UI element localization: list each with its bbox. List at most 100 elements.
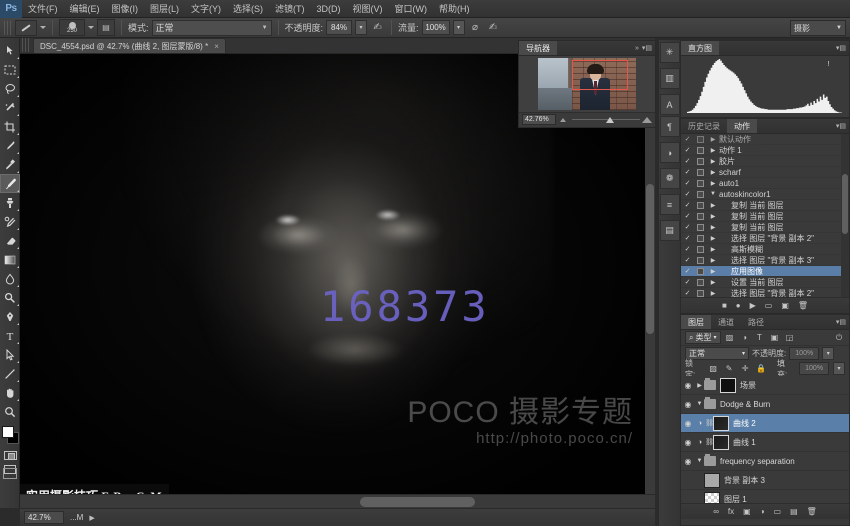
action-dialog-toggle[interactable] [694,180,707,187]
navigator-zoom-slider[interactable] [560,114,652,125]
add-mask-icon[interactable]: ▣ [743,507,751,516]
action-row[interactable]: ✓▶默认动作 [681,134,849,145]
options-bar-grip[interactable] [4,21,12,35]
layer-mask-thumbnail[interactable] [720,378,736,393]
lock-all-icon[interactable]: 🔒 [755,362,767,375]
eye-icon[interactable]: ◉ [681,381,695,390]
action-row[interactable]: ✓▶复制 当前 图层 [681,200,849,211]
brush-panel-icon[interactable]: ≡ [660,194,680,215]
action-toggle-icon[interactable]: ✓ [681,245,694,253]
screen-mode-toggle[interactable] [0,462,20,476]
lasso-tool[interactable] [0,79,20,98]
layer-fill-input[interactable]: 100% [799,362,829,375]
new-layer-icon[interactable]: ▤ [790,507,798,516]
styles-panel-icon[interactable]: ▥ [660,68,680,89]
layer-list[interactable]: ◉▶场景◉▼Dodge & Burn◉◑⛓曲线 2◉◑⛓曲线 1◉▼freque… [681,376,849,503]
zoom-slider-handle[interactable] [606,117,614,123]
action-toggle-icon[interactable]: ✓ [681,179,694,187]
action-dialog-toggle[interactable] [694,268,707,275]
filter-power-toggle-icon[interactable]: ⏻ [833,331,845,344]
magic-wand-tool[interactable] [0,98,20,117]
chevron-icon[interactable]: ▶ [707,158,719,165]
properties-panel-icon[interactable]: ▤ [660,220,680,241]
layers-panel-controls[interactable]: ▾▤ [836,315,849,329]
layer-row[interactable]: ◉▶场景 [681,376,849,395]
menu-view[interactable]: 视图(V) [347,0,389,18]
histogram-panel-controls[interactable]: ▾▤ [836,41,849,55]
zoom-out-icon[interactable] [560,118,566,122]
chevron-icon[interactable]: ▶ [707,235,719,242]
delete-layer-icon[interactable]: 🗑 [807,507,817,516]
opacity-stepper-icon[interactable]: ▾ [355,20,367,35]
close-icon[interactable]: × [214,42,219,51]
tab-layers[interactable]: 图层 [681,315,711,329]
action-toggle-icon[interactable]: ✓ [681,168,694,176]
new-group-icon[interactable]: ▭ [774,507,782,516]
adjustments-panel-icon[interactable]: ✳ [660,42,680,63]
status-menu-arrow-icon[interactable]: ▶ [89,514,94,522]
chevron-icon[interactable]: ▶ [707,180,719,187]
brush-preview-icon[interactable] [15,20,37,36]
play-button[interactable]: ▶ [750,301,756,310]
zoom-tool[interactable] [0,402,20,421]
opacity-pressure-icon[interactable]: ✍ [370,20,385,35]
action-row[interactable]: ✓▼autoskincolor1 [681,189,849,200]
navigator-view-box[interactable] [572,60,628,90]
layer-style-icon[interactable]: fx [728,507,734,516]
navigator-thumbnail[interactable] [538,58,636,110]
actions-scrollbar[interactable] [841,134,849,297]
action-row[interactable]: ✓▶高斯模糊 [681,244,849,255]
line-tool[interactable] [0,364,20,383]
character-panel-icon[interactable]: A [660,94,680,115]
filter-smart-icon[interactable]: ◲ [784,331,796,344]
chevron-icon[interactable]: ▼ [707,191,719,197]
zoom-in-icon[interactable] [642,117,652,123]
document-tab[interactable]: DSC_4554.psd @ 42.7% (曲线 2, 图层蒙版/8) * × [33,38,226,53]
action-row[interactable]: ✓▶选择 图层 "背景 副本 3" [681,255,849,266]
action-row[interactable]: ✓▶应用图像 [681,266,849,277]
action-dialog-toggle[interactable] [694,158,707,165]
brush-size-field[interactable]: 250 [59,19,85,36]
clone-stamp-tool[interactable] [0,193,20,212]
chevron-icon[interactable]: ▶ [695,382,704,389]
flow-stepper-icon[interactable]: ▾ [453,20,465,35]
action-toggle-icon[interactable]: ✓ [681,135,694,143]
tab-paths[interactable]: 路径 [741,315,771,329]
chevron-icon[interactable]: ▼ [695,458,704,464]
tab-navigator[interactable]: 导航器 [519,41,557,55]
adjustment-layer-icon[interactable]: ◑ [760,507,765,516]
path-selection-tool[interactable] [0,345,20,364]
canvas-horizontal-scroll-thumb[interactable] [360,497,475,507]
menu-select[interactable]: 选择(S) [227,0,269,18]
filter-pixel-icon[interactable]: ▨ [724,331,736,344]
panel-menu-icon[interactable]: ▾▤ [642,44,652,52]
gradient-tool[interactable] [0,250,20,269]
paragraph-panel-icon[interactable]: ¶ [660,116,680,137]
navigator-zoom-input[interactable]: 42.76% [522,114,556,125]
chevron-icon[interactable]: ▶ [707,169,719,176]
new-set-button[interactable]: ▭ [765,301,773,310]
dodge-tool[interactable] [0,288,20,307]
type-tool[interactable]: T [0,326,20,345]
action-dialog-toggle[interactable] [694,169,707,176]
action-toggle-icon[interactable]: ✓ [681,223,694,231]
action-row[interactable]: ✓▶动作 1 [681,145,849,156]
link-layers-icon[interactable]: ∞ [713,507,719,516]
action-row[interactable]: ✓▶选择 图层 "背景 副本 2" [681,233,849,244]
stop-button[interactable]: ■ [722,301,727,310]
layer-mask-thumbnail[interactable] [713,416,729,431]
eye-icon[interactable]: ◉ [681,457,695,466]
action-dialog-toggle[interactable] [694,147,707,154]
opacity-input[interactable]: 84% [326,20,352,35]
link-icon[interactable]: ⛓ [705,419,713,427]
chevron-icon[interactable]: ▶ [707,246,719,253]
record-button[interactable]: ● [736,301,741,310]
airbrush-toggle-icon[interactable]: ⌀ [468,20,483,35]
chevron-icon[interactable]: ▼ [695,401,704,407]
layer-row[interactable]: ◉◑⛓曲线 1 [681,433,849,452]
action-dialog-toggle[interactable] [694,202,707,209]
action-dialog-toggle[interactable] [694,279,707,286]
action-toggle-icon[interactable]: ✓ [681,146,694,154]
chevron-icon[interactable]: ▶ [707,257,719,264]
menu-layer[interactable]: 图层(L) [144,0,185,18]
